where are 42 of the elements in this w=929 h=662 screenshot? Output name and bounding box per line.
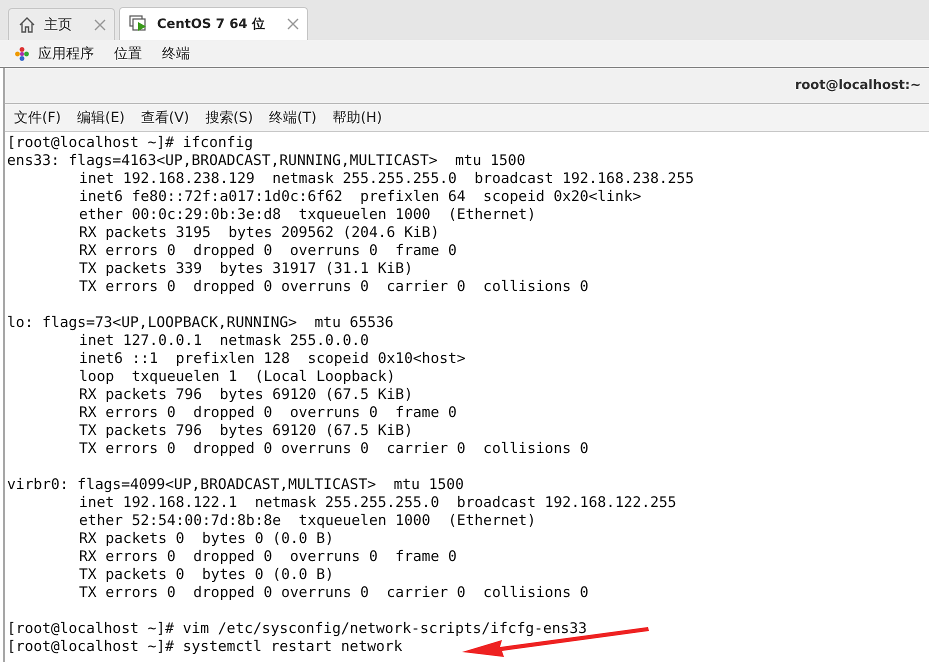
output-line: TX errors 0 dropped 0 overruns 0 carrier 0 collisions 0 xyxy=(79,440,589,458)
close-icon[interactable] xyxy=(286,18,299,30)
menu-item[interactable]: 文件(F) xyxy=(14,108,61,126)
menu-item[interactable]: 编辑(E) xyxy=(76,108,125,126)
output-line: inet6 ::1 prefixlen 128 scopeid 0x10<host> xyxy=(79,350,466,368)
tab[interactable]: CentOS 7 64 位 xyxy=(119,7,308,40)
menu-item[interactable]: 帮助(H) xyxy=(332,108,382,126)
command-line: [root@localhost ~]# vim /etc/sysconfig/network-scripts/ifcfg-ens33 xyxy=(7,620,587,638)
window-title: root@localhost:~ xyxy=(794,78,921,93)
output-line: ether 00:0c:29:0b:3e:d8 txqueuelen 1000 (Ethernet) xyxy=(79,206,536,224)
output-line: TX packets 0 bytes 0 (0.0 B) xyxy=(79,566,334,584)
output-line: TX packets 796 bytes 69120 (67.5 KiB) xyxy=(79,422,413,440)
menu-item[interactable]: 应用程序 xyxy=(14,44,94,62)
output-line: inet 192.168.238.129 netmask 255.255.255.0 broadcast 192.168.238.255 xyxy=(79,170,694,188)
output-line: TX errors 0 dropped 0 overruns 0 carrier 0 collisions 0 xyxy=(79,584,589,602)
command-line: [root@localhost ~]# systemctl restart network xyxy=(7,638,402,656)
menu-item[interactable]: 终端(T) xyxy=(269,108,317,126)
command-line: [root@localhost ~]# ifconfig xyxy=(7,134,254,152)
output-line: loop txqueuelen 1 (Local Loopback) xyxy=(79,368,396,386)
menu-item[interactable]: 位置 xyxy=(114,44,142,62)
output-line: inet6 fe80::72f:a017:1d0c:6f62 prefixlen 64 scopeid 0x20<link> xyxy=(79,188,642,206)
output-line: virbr0: flags=4099<UP,BROADCAST,MULTICAST> mtu 1500 xyxy=(7,476,464,494)
tab[interactable]: 主页 xyxy=(8,8,115,40)
output-line: ens33: flags=4163<UP,BROADCAST,RUNNING,MULTICAST> mtu 1500 xyxy=(7,152,526,170)
output-line: ether 52:54:00:7d:8b:8e txqueuelen 1000 (Ethernet) xyxy=(79,512,536,530)
output-line: inet 192.168.122.1 netmask 255.255.255.0 broadcast 192.168.122.255 xyxy=(79,494,676,512)
output-line: RX packets 0 bytes 0 (0.0 B) xyxy=(79,530,334,548)
output-line: lo: flags=73<UP,LOOPBACK,RUNNING> mtu 65536 xyxy=(7,314,394,332)
output-line: inet 127.0.0.1 netmask 255.0.0.0 xyxy=(79,332,369,350)
close-icon[interactable] xyxy=(94,18,106,30)
output-line: TX errors 0 dropped 0 overruns 0 carrier 0 collisions 0 xyxy=(79,278,589,296)
output-line: RX packets 796 bytes 69120 (67.5 KiB) xyxy=(79,386,413,404)
output-line: TX packets 339 bytes 31917 (31.1 KiB) xyxy=(79,260,413,278)
home-icon xyxy=(18,16,36,34)
menu-item[interactable]: 终端 xyxy=(162,44,190,62)
menu-item[interactable]: 查看(V) xyxy=(140,108,190,126)
menu-item[interactable]: 搜索(S) xyxy=(205,108,254,126)
output-line: RX errors 0 dropped 0 overruns 0 frame 0 xyxy=(79,548,457,566)
output-line: RX errors 0 dropped 0 overruns 0 frame 0 xyxy=(79,242,457,260)
output-line: RX errors 0 dropped 0 overruns 0 frame 0 xyxy=(79,404,457,422)
output-line: RX packets 3195 bytes 209562 (204.6 KiB) xyxy=(79,224,440,242)
apps-icon xyxy=(14,46,30,62)
